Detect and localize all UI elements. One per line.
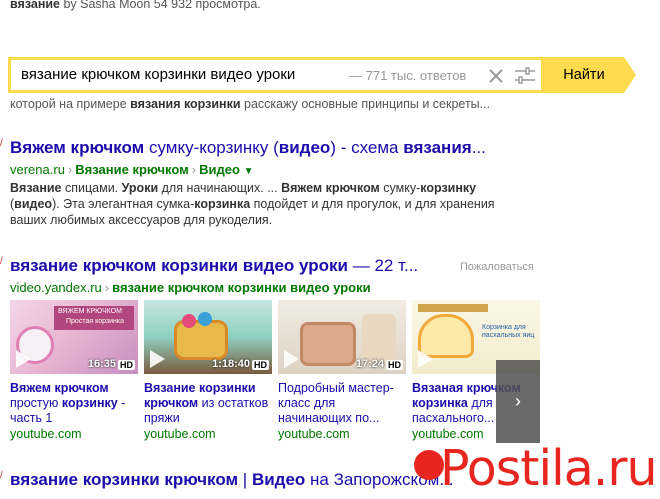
chevron-down-icon[interactable]: ▼: [244, 166, 254, 177]
text-fragment: для начинающих. ...: [158, 181, 282, 195]
video-thumbnail[interactable]: 17:24 HD: [278, 300, 406, 374]
video-thumbnail[interactable]: ВЯЖЕМ КРЮЧКОМ Простая корзинка 16:35 HD: [10, 300, 138, 374]
top-snippet-bold: вязание: [10, 0, 60, 11]
highlighted-text: видео: [14, 197, 53, 211]
highlighted-text: Вязаная: [412, 381, 464, 395]
result-1-crumb-2[interactable]: Видео: [199, 162, 240, 177]
top-snippet-rest: by Sasha Moon 54 932 просмотра.: [60, 0, 261, 11]
hd-badge: HD: [118, 360, 135, 370]
partial-snippet: которой на примере вязания корзинки расс…: [10, 97, 491, 111]
thumb-caption: Простая корзинка: [66, 318, 125, 325]
result-1-crumb-1[interactable]: Вязание крючком: [75, 162, 189, 177]
highlighted-text: Уроки: [121, 181, 159, 195]
text-fragment: ). Эта элегантная сумка-: [52, 197, 195, 211]
play-icon[interactable]: [418, 350, 433, 368]
search-result-count: — 771 тыс. ответов: [349, 68, 467, 83]
search-bar: вязание крючком корзинки видео уроки — 7…: [8, 57, 640, 93]
hd-badge: HD: [252, 360, 269, 370]
result-marker: /: [0, 256, 3, 267]
video-title-link[interactable]: Подробный мастер-класс для начинающих по…: [278, 381, 406, 426]
complain-link[interactable]: Пожаловаться: [460, 261, 534, 273]
clear-icon[interactable]: [485, 65, 507, 87]
video-title-link[interactable]: Вязание корзинки крючком из остатков пря…: [144, 381, 272, 426]
search-button-arrow[interactable]: [624, 57, 636, 93]
thumb-logo-bar: [418, 304, 488, 312]
highlighted-text: корзинка: [194, 197, 251, 211]
text-fragment: Подробный мастер-класс для начинающих по…: [278, 381, 394, 425]
video-source: youtube.com: [278, 427, 350, 441]
text-fragment: спицами.: [61, 181, 122, 195]
thumb-basket-shape: [174, 320, 228, 360]
text-fragment: простую: [10, 396, 62, 410]
result-1-snippet: Вязание спицами. Уроки для начинающих. .…: [10, 180, 510, 228]
search-input[interactable]: вязание крючком корзинки видео уроки — 7…: [8, 57, 544, 93]
result-2-url: video.yandex.ru › вязание крючком корзинки…: [10, 280, 371, 295]
video-title-link[interactable]: Вяжем крючком простую корзинку - часть 1: [10, 381, 138, 426]
text-fragment: сумку-: [379, 181, 421, 195]
video-source: youtube.com: [10, 427, 82, 441]
result-1-domain[interactable]: verena.ru: [10, 162, 65, 177]
video-card[interactable]: 17:24 HD Подробный мастер-класс для начи…: [278, 300, 406, 441]
thumb-caption: ВЯЖЕМ КРЮЧКОМ: [58, 308, 122, 315]
play-icon[interactable]: [16, 350, 31, 368]
carousel-next-button[interactable]: ›: [496, 360, 540, 443]
search-button[interactable]: Найти: [544, 57, 624, 93]
hd-badge: HD: [386, 360, 403, 370]
chevron-right-icon: ›: [515, 391, 521, 411]
result-marker: /: [0, 470, 3, 481]
thumb-basket-shape: [362, 314, 396, 364]
search-result-1: Вяжем крючком сумку-корзинку (видео) - с…: [10, 138, 550, 228]
settings-icon[interactable]: [513, 66, 537, 86]
video-duration: 1:18:40: [212, 358, 250, 370]
video-duration: 17:24: [355, 358, 384, 370]
postila-watermark: Postila.ru: [414, 440, 660, 499]
result-2-crumb[interactable]: вязание крючком корзинки видео уроки: [112, 280, 370, 295]
search-query[interactable]: вязание крючком корзинки видео уроки: [21, 66, 295, 83]
highlighted-text: корзинку: [61, 396, 118, 410]
play-icon[interactable]: [284, 350, 299, 368]
result-1-title-link[interactable]: Вяжем крючком сумку-корзинку (видео) - с…: [10, 138, 550, 158]
video-card[interactable]: 1:18:40 HD Вязание корзинки крючком из о…: [144, 300, 272, 441]
video-thumbnail[interactable]: 1:18:40 HD: [144, 300, 272, 374]
result-1-url: verena.ru › Вязание крючком › Видео ▼: [10, 162, 254, 177]
video-duration: 16:35: [87, 358, 116, 370]
thumb-egg: [182, 314, 196, 328]
highlighted-text: Вязание: [10, 181, 62, 195]
play-icon[interactable]: [150, 350, 165, 368]
result-2-domain[interactable]: video.yandex.ru: [10, 280, 102, 295]
thumb-basket-shape: [300, 322, 356, 366]
highlighted-text: корзинку: [420, 181, 477, 195]
watermark-text: Postila.ru: [440, 440, 658, 497]
top-snippet: вязание by Sasha Moon 54 932 просмотра.: [10, 0, 261, 11]
video-source: youtube.com: [144, 427, 216, 441]
video-carousel: ВЯЖЕМ КРЮЧКОМ Простая корзинка 16:35 HD …: [10, 300, 542, 450]
highlighted-text: Вяжем крючком: [281, 181, 380, 195]
video-card[interactable]: ВЯЖЕМ КРЮЧКОМ Простая корзинка 16:35 HD …: [10, 300, 138, 441]
result-marker: /: [0, 138, 3, 149]
thumb-caption: Корзинка для пасхальных яиц: [482, 324, 535, 339]
highlighted-text: Вяжем крючком: [10, 381, 109, 395]
thumb-egg: [198, 312, 212, 326]
